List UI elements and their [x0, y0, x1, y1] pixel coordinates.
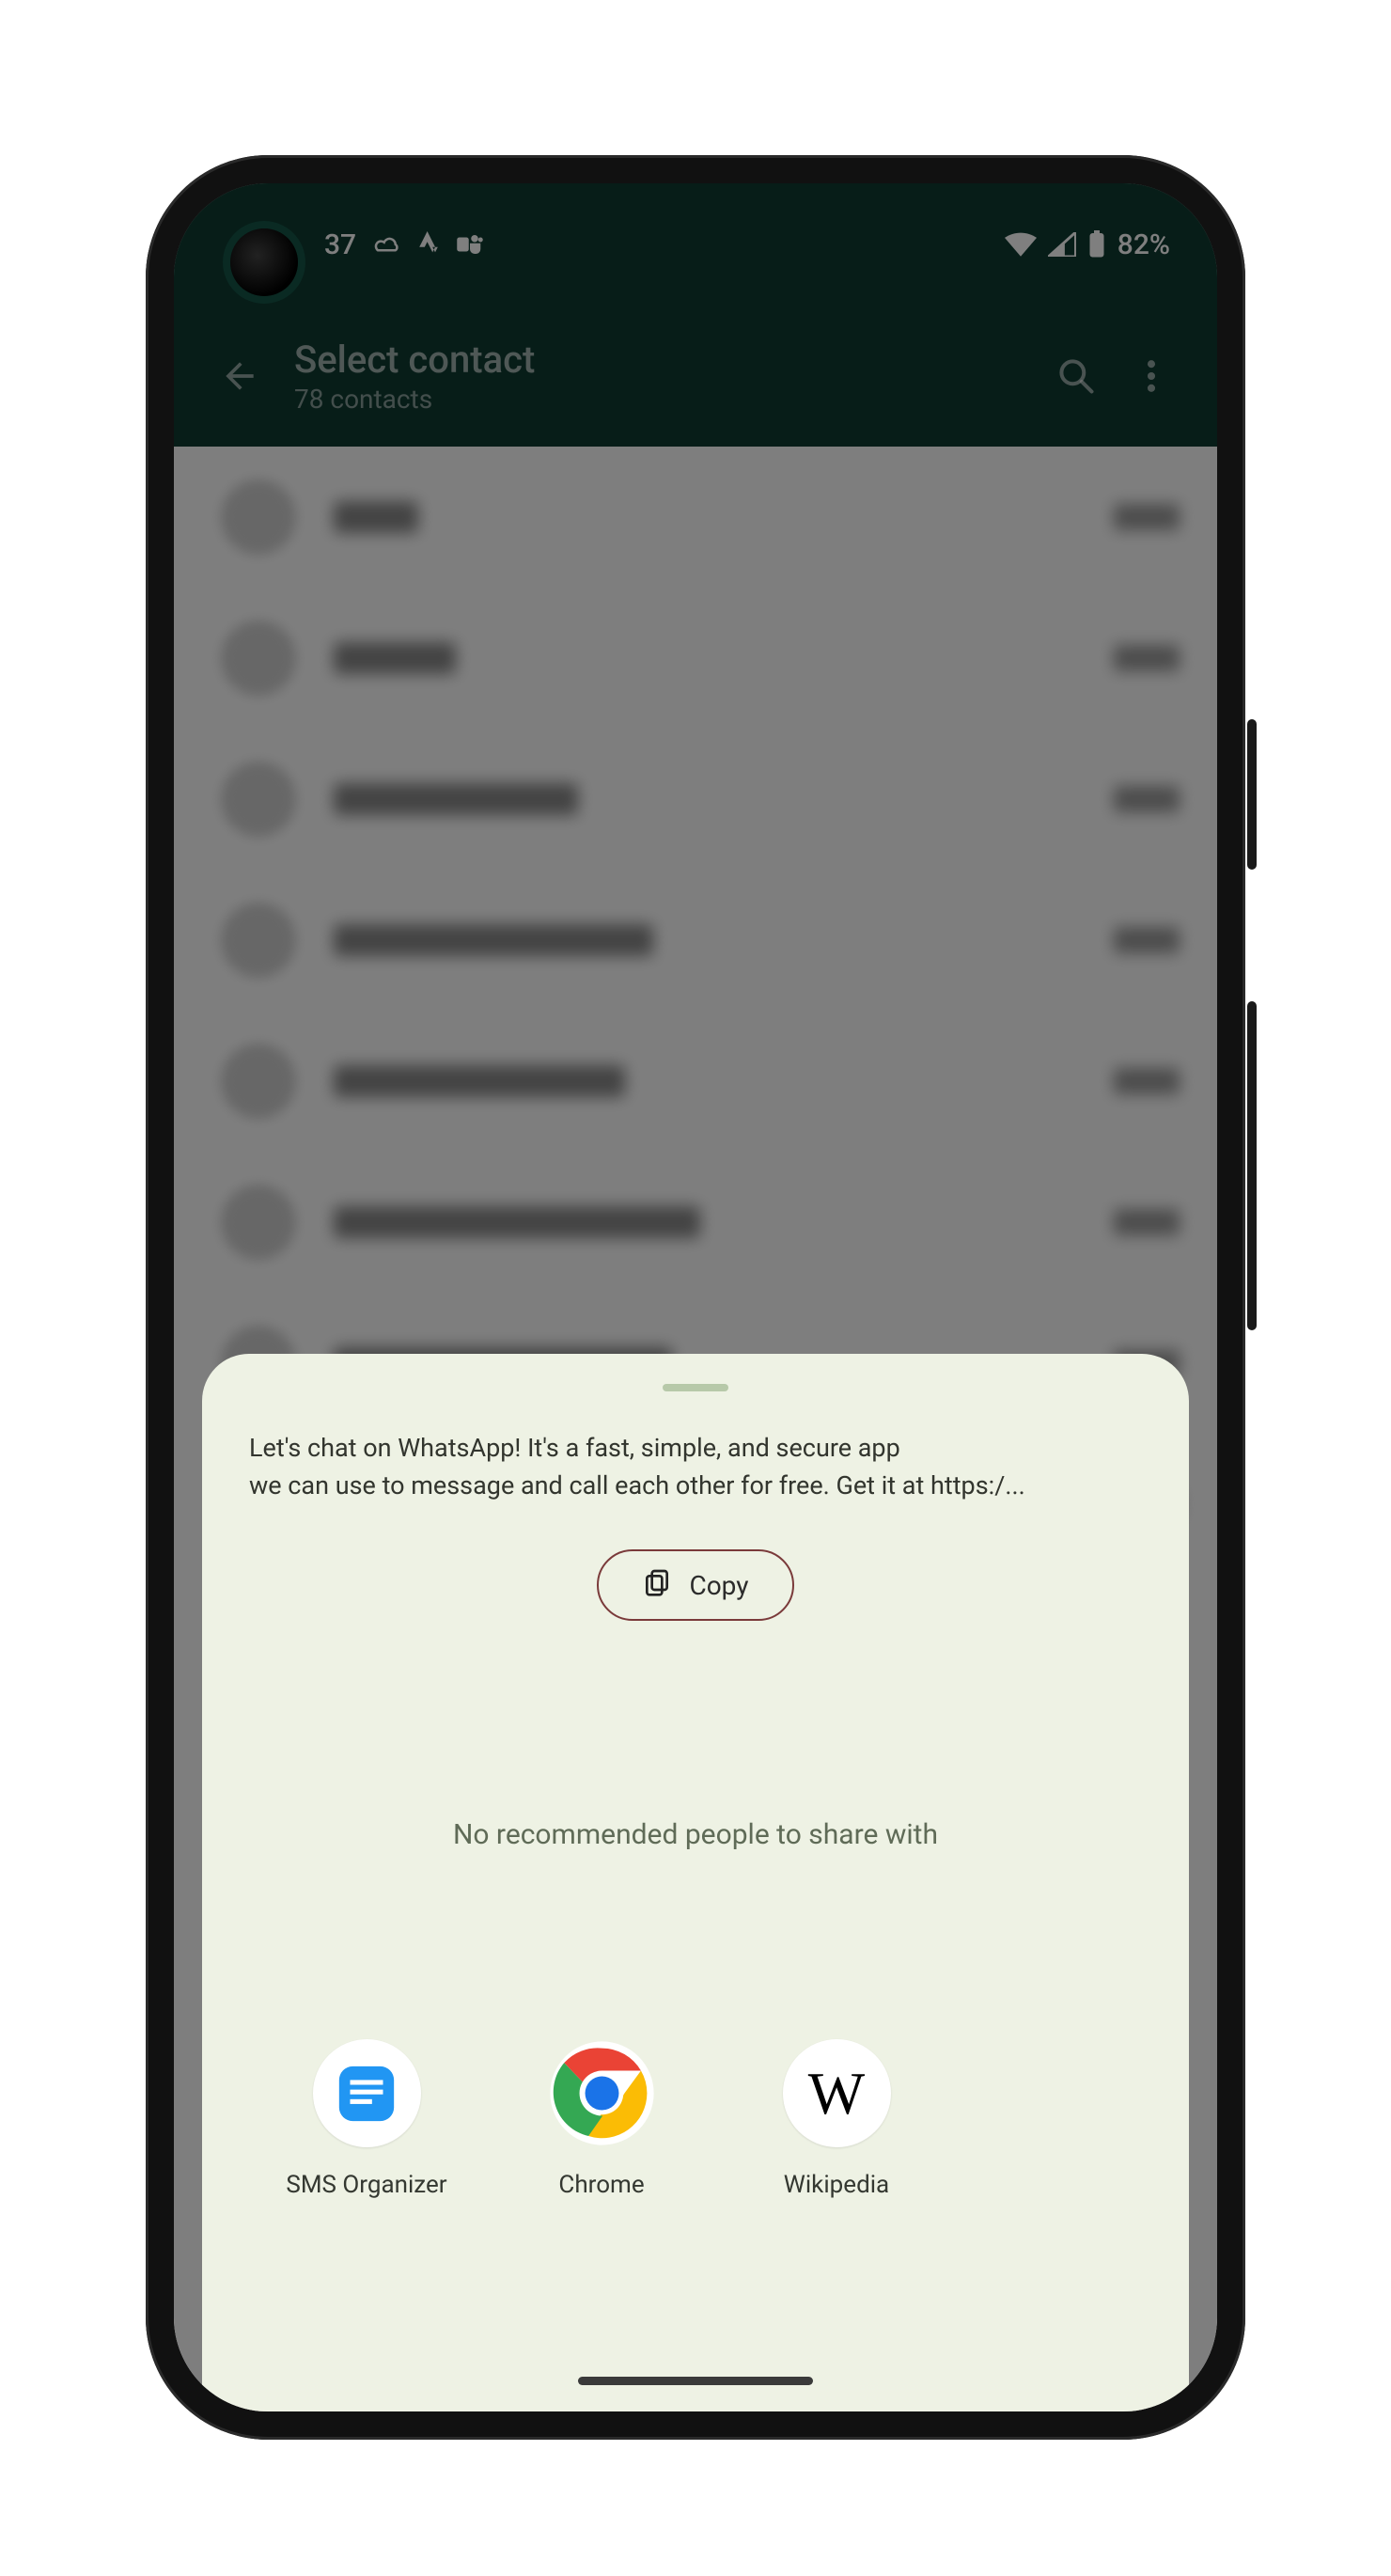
screen: 37 8 — [174, 183, 1217, 2411]
share-app-label: Chrome — [558, 2171, 644, 2199]
camera-punch-hole — [230, 228, 298, 296]
share-app-label: Wikipedia — [784, 2171, 889, 2199]
share-app-chrome[interactable]: Chrome — [484, 2039, 719, 2199]
side-button — [1247, 719, 1257, 870]
share-preview-line: we can use to message and call each othe… — [249, 1467, 1142, 1504]
share-preview-line: Let's chat on WhatsApp! It's a fast, sim… — [249, 1429, 1142, 1467]
share-preview-text: Let's chat on WhatsApp! It's a fast, sim… — [240, 1429, 1151, 1504]
chrome-icon — [548, 2039, 656, 2147]
phone-frame: 37 8 — [146, 155, 1245, 2440]
copy-button[interactable]: Copy — [597, 1549, 794, 1621]
copy-button-label: Copy — [689, 1570, 748, 1601]
wikipedia-icon: W — [783, 2039, 891, 2147]
sms-organizer-icon — [313, 2039, 421, 2147]
nav-gesture-bar[interactable] — [578, 2377, 813, 2385]
side-button — [1247, 1001, 1257, 1330]
drag-handle[interactable] — [663, 1384, 728, 1391]
share-apps-row: SMS Organizer Chrome — [240, 2039, 1151, 2199]
share-app-wikipedia[interactable]: W Wikipedia — [719, 2039, 954, 2199]
share-sheet: Let's chat on WhatsApp! It's a fast, sim… — [202, 1354, 1189, 2411]
share-app-sms-organizer[interactable]: SMS Organizer — [249, 2039, 484, 2199]
no-recommended-text: No recommended people to share with — [240, 1818, 1151, 1851]
share-app-label: SMS Organizer — [286, 2171, 446, 2199]
copy-icon — [642, 1567, 672, 1604]
